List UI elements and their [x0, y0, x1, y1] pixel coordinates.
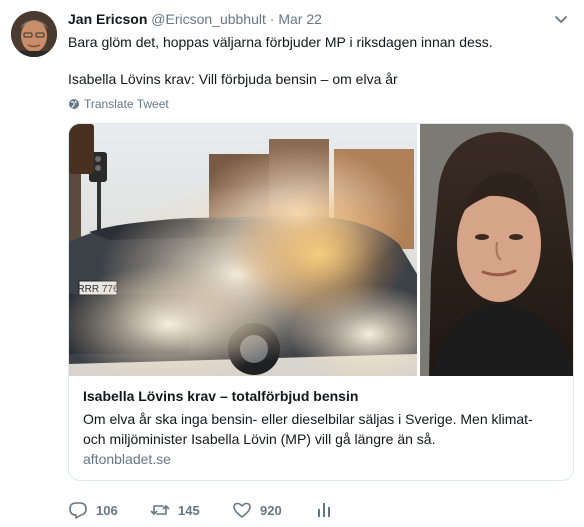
retweet-count: 145 — [178, 502, 200, 518]
card-domain: aftonbladet.se — [83, 451, 171, 467]
header-separator: · — [269, 11, 275, 27]
analytics-button[interactable] — [314, 500, 334, 520]
retweet-icon — [150, 505, 170, 515]
author-name[interactable]: Jan Ericson — [68, 11, 147, 27]
like-button[interactable]: 920 — [232, 500, 314, 520]
tweet-actions: 106 145 920 — [68, 498, 334, 522]
chevron-down-icon[interactable] — [553, 11, 569, 27]
reply-icon — [69, 502, 87, 519]
card-image: RRR 776 — [69, 124, 573, 376]
link-card[interactable]: RRR 776 Isabella Lövins krav – totalförb… — [68, 123, 574, 481]
avatar[interactable] — [11, 11, 57, 57]
author-handle[interactable]: @Ericson_ubbhult — [151, 11, 266, 27]
globe-icon — [69, 99, 79, 109]
reply-count: 106 — [96, 502, 118, 518]
translate-tweet-link[interactable]: Translate Tweet — [68, 97, 169, 111]
card-description: Om elva år ska inga bensin- eller diesel… — [83, 411, 533, 447]
retweet-button[interactable]: 145 — [150, 500, 232, 520]
analytics-icon — [318, 503, 330, 517]
translate-label: Translate Tweet — [84, 97, 169, 111]
tweet-header: Jan Ericson @Ericson_ubbhult · Mar 22 — [68, 11, 544, 29]
tweet-text-line2: Isabella Lövins krav: Vill förbjuda bens… — [68, 71, 398, 87]
reply-button[interactable]: 106 — [68, 500, 150, 520]
card-title[interactable]: Isabella Lövins krav – totalförbjud bens… — [83, 388, 358, 404]
tweet-date[interactable]: Mar 22 — [278, 11, 322, 27]
like-count: 920 — [260, 502, 282, 518]
tweet-text-line1: Bara glöm det, hoppas väljarna förbjuder… — [68, 34, 493, 50]
like-icon — [233, 502, 251, 518]
avatar-image — [11, 11, 57, 57]
